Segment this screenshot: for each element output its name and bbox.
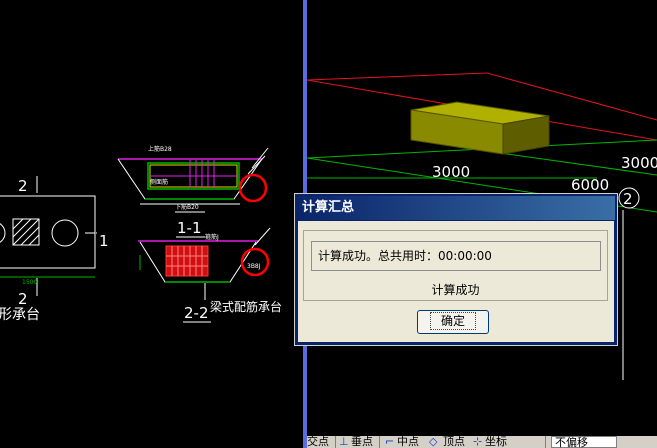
snap-toolbar: 交点 ⊥ 垂点 ⌐ 中点 ◇ 顶点 ⊹ 坐标 不偏移 bbox=[307, 436, 657, 448]
cap-title-fragment: 形承台 bbox=[0, 307, 40, 323]
note-top-rebar: 上筋B28 bbox=[148, 145, 172, 153]
dialog-title-bar[interactable]: 计算汇总 bbox=[297, 196, 615, 220]
perpendicular-icon: ⊥ bbox=[339, 436, 349, 448]
dim-3000-b: 3000 bbox=[621, 154, 657, 172]
snap-midpoint[interactable]: 中点 bbox=[397, 436, 419, 448]
pile-cap-plan bbox=[0, 176, 97, 296]
axis-marker-2: 2 bbox=[623, 190, 633, 208]
result-text-field: 计算成功。总共用时：00:00:00 bbox=[311, 241, 601, 271]
toolbar-separator bbox=[335, 436, 336, 448]
snap-intersection[interactable]: 交点 bbox=[307, 436, 329, 448]
coordinate-icon: ⊹ bbox=[473, 436, 483, 448]
beam-cap-title: 梁式配筋承台 bbox=[210, 299, 282, 314]
pile-cap-3d-block bbox=[410, 101, 550, 155]
dim-6000: 6000 bbox=[571, 176, 609, 194]
note-3b8j: 3B8J bbox=[247, 263, 261, 270]
offset-dropdown[interactable]: 不偏移 bbox=[551, 436, 617, 448]
ok-button[interactable]: 确定 bbox=[417, 310, 489, 334]
note-stirrup: 箍筋J bbox=[205, 233, 219, 241]
section-mark-2-bottom: 2 bbox=[18, 290, 28, 308]
toolbar-separator bbox=[545, 436, 546, 448]
snap-vertex[interactable]: 顶点 bbox=[443, 436, 465, 448]
note-side-rebar: 侧面筋 bbox=[150, 178, 168, 186]
result-status-label: 计算成功 bbox=[431, 283, 480, 297]
offset-dropdown-value: 不偏移 bbox=[555, 436, 588, 448]
toolbar-separator bbox=[379, 436, 380, 448]
ok-button-label: 确定 bbox=[429, 312, 476, 330]
vertex-icon: ◇ bbox=[429, 436, 438, 448]
dim-3000-a: 3000 bbox=[432, 163, 470, 181]
cad-2d-viewport[interactable]: 2 1 2 形承台 1500 上筋B28 侧面筋 下筋B20 1-1 箍筋J 3… bbox=[0, 0, 303, 448]
snap-perpendicular[interactable]: 垂点 bbox=[351, 436, 373, 448]
cad-2d-drawing: 2 1 2 形承台 1500 上筋B28 侧面筋 下筋B20 1-1 箍筋J 3… bbox=[0, 145, 282, 323]
dim-1500: 1500 bbox=[22, 279, 37, 286]
section-1-1-drawing bbox=[117, 147, 269, 213]
section-mark-2-top: 2 bbox=[18, 177, 28, 195]
dialog-body: 计算成功。总共用时：00:00:00 计算成功 确定 bbox=[298, 221, 614, 342]
note-bottom-rebar: 下筋B20 bbox=[175, 203, 199, 211]
section-2-2-label: 2-2 bbox=[184, 304, 209, 322]
section-mark-1-right: 1 bbox=[99, 232, 109, 250]
result-groupbox: 计算成功。总共用时：00:00:00 计算成功 bbox=[303, 230, 608, 301]
calc-summary-dialog: 计算汇总 计算成功。总共用时：00:00:00 计算成功 确定 bbox=[294, 193, 618, 346]
midpoint-icon: ⌐ bbox=[385, 436, 395, 448]
snap-coordinate[interactable]: 坐标 bbox=[485, 436, 507, 448]
section-1-1-label: 1-1 bbox=[177, 219, 202, 237]
